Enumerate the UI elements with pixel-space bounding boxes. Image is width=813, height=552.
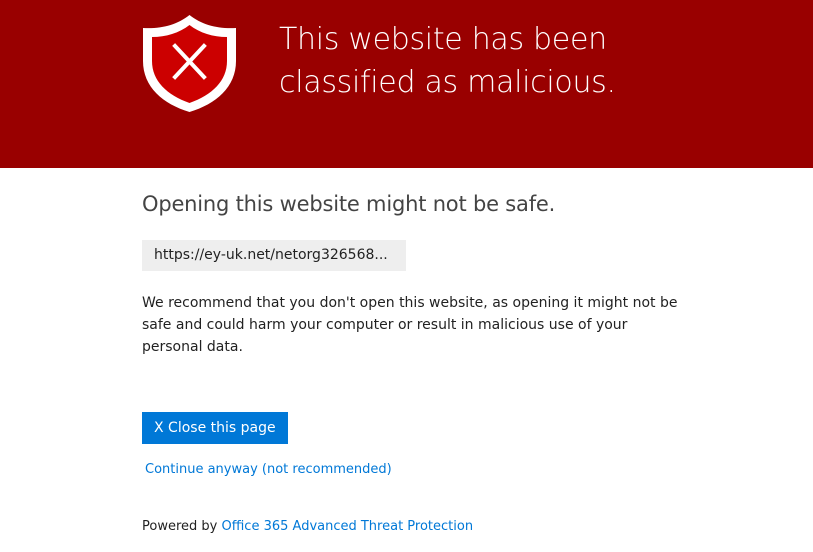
- page-subtitle: Opening this website might not be safe.: [142, 192, 556, 216]
- shield-x-icon: [143, 15, 236, 112]
- close-page-button[interactable]: X Close this page: [142, 412, 288, 444]
- powered-by-label: Powered by: [142, 519, 218, 534]
- product-link[interactable]: Office 365 Advanced Threat Protection: [222, 519, 474, 534]
- footer: Powered by Office 365 Advanced Threat Pr…: [142, 519, 473, 534]
- banner-title: This website has been classified as mali…: [279, 18, 799, 104]
- warning-banner: This website has been classified as mali…: [0, 0, 813, 168]
- banner-title-line2: classified as malicious.: [279, 65, 616, 100]
- blocked-url: https://ey-uk.net/netorg326568...: [142, 240, 406, 271]
- continue-anyway-link[interactable]: Continue anyway (not recommended): [145, 462, 392, 477]
- warning-message: We recommend that you don't open this we…: [142, 295, 678, 355]
- banner-title-line1: This website has been: [279, 22, 607, 57]
